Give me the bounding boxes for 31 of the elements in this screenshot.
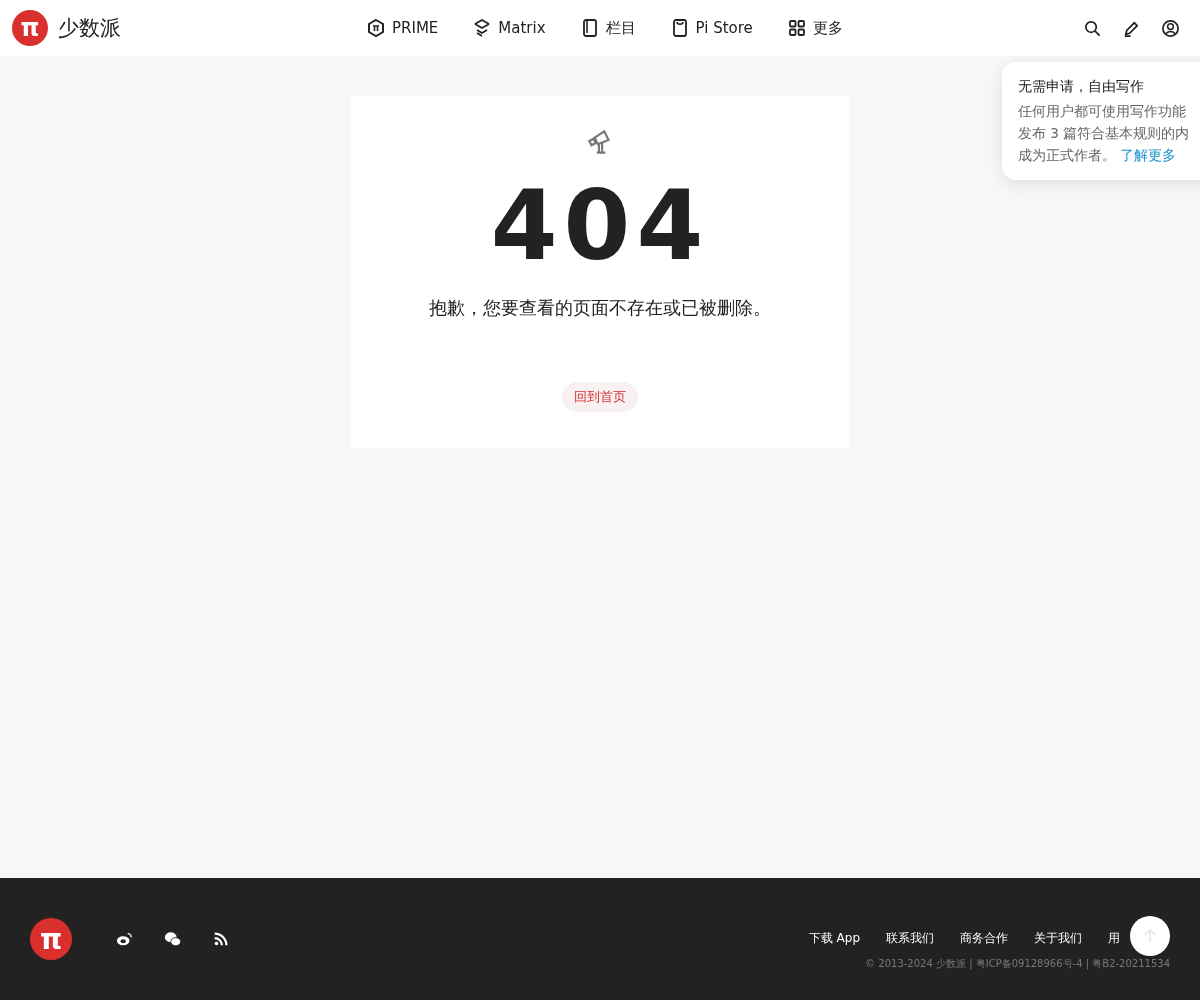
logo-icon[interactable]: π	[30, 918, 72, 960]
nav-link[interactable]: 栏目	[579, 18, 636, 38]
popover-text: 发布 3 篇符合基本规则的内	[1018, 124, 1191, 143]
footer-link[interactable]: 用	[1108, 929, 1120, 947]
error-message: 抱歉，您要查看的页面不存在或已被删除。	[429, 296, 771, 320]
arrow-up-icon	[1141, 927, 1159, 945]
nav-link[interactable]: PRIME	[366, 18, 439, 38]
nav-link[interactable]: Pi Store	[669, 18, 753, 38]
nav-link[interactable]: 更多	[786, 18, 843, 38]
home-button[interactable]: 回到首页	[562, 382, 638, 412]
footer-link[interactable]: 关于我们	[1034, 929, 1082, 947]
popover-title: 无需申请，自由写作	[1018, 78, 1145, 96]
rss-icon[interactable]	[212, 930, 230, 948]
error-code: 404	[490, 178, 710, 274]
popover-text: 成为正式作者。	[1018, 146, 1116, 165]
grid-icon	[786, 18, 807, 38]
popover-text: 任何用户都可使用写作功能	[1018, 102, 1187, 121]
footer-link[interactable]: 商务合作	[960, 929, 1008, 947]
user-icon[interactable]	[1161, 18, 1180, 38]
learn-more-link[interactable]: 了解更多	[1120, 144, 1176, 166]
footer-link[interactable]: 下载 App	[808, 929, 860, 947]
footer-link[interactable]: 联系我们	[886, 929, 934, 947]
search-icon[interactable]	[1083, 18, 1102, 38]
wechat-icon[interactable]	[164, 930, 182, 948]
site-name[interactable]: 少数派	[58, 14, 121, 42]
weibo-icon[interactable]	[116, 930, 134, 948]
logo-icon[interactable]: π	[12, 10, 48, 46]
copyright-text: © 2013-2024 少数派 | 粤ICP备09128966号-4 | 粤B2-20211534	[865, 956, 1170, 971]
nav-link[interactable]: Matrix	[472, 18, 546, 38]
back-to-top-button[interactable]	[1130, 916, 1170, 956]
hexagon-icon	[366, 18, 386, 38]
